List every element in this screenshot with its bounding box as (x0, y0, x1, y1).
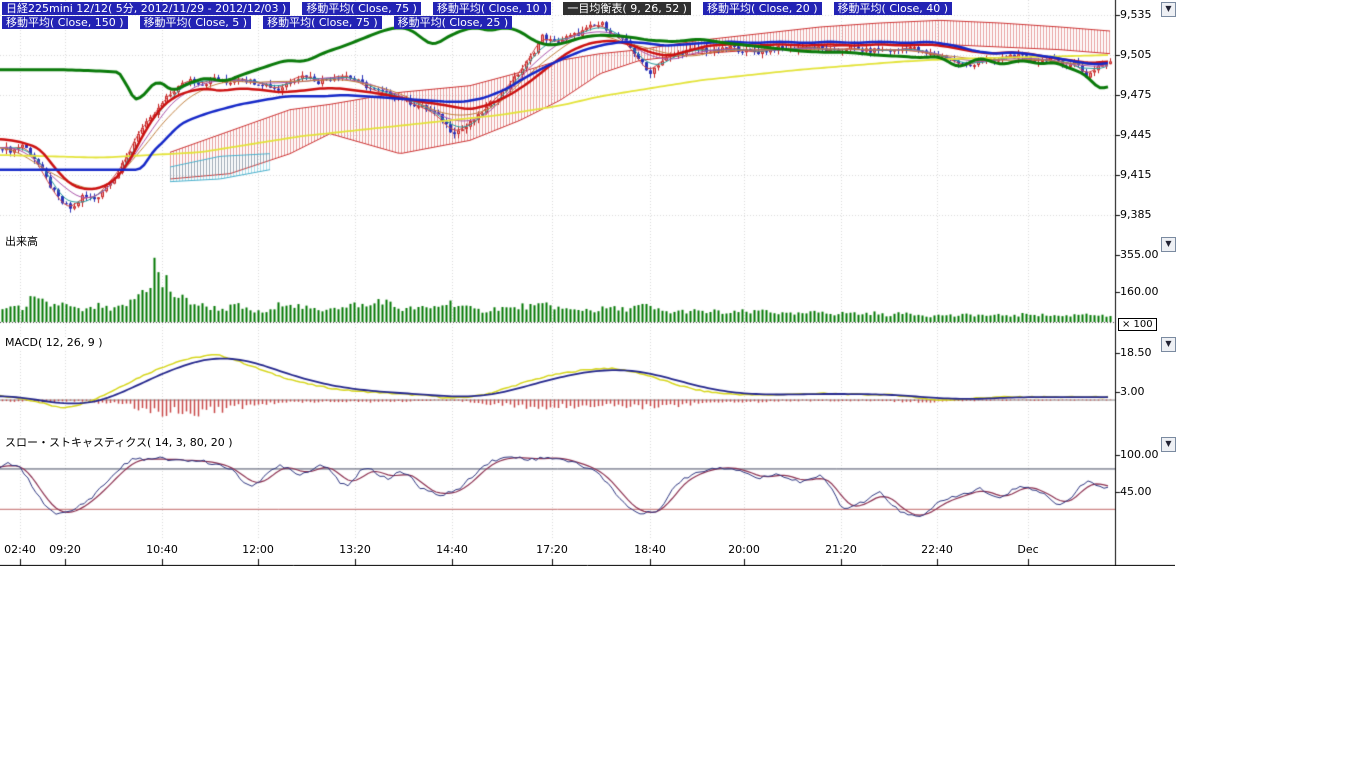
indicator-chip[interactable]: 一目均衡表( 9, 26, 52 ) (563, 2, 691, 15)
indicator-bar-row-1: 日経225mini 12/12( 5分, 2012/11/29 - 2012/1… (2, 2, 952, 15)
time-axis-label: 21:20 (825, 544, 857, 556)
volume-axis-label: 160.00 (1120, 286, 1159, 298)
price-axis-label: 9,505 (1120, 49, 1152, 61)
macd-panel-label: MACD( 12, 26, 9 ) (3, 337, 105, 349)
price-axis-label: 9,475 (1120, 89, 1152, 101)
time-axis-label: 17:20 (536, 544, 568, 556)
time-axis-label: 09:20 (49, 544, 81, 556)
time-axis-label: Dec (1017, 544, 1038, 556)
volume-panel-label: 出来高 (3, 236, 40, 248)
indicator-chip[interactable]: 移動平均( Close, 75 ) (263, 16, 382, 29)
indicator-chip[interactable]: 移動平均( Close, 40 ) (834, 2, 953, 15)
price-axis-label: 9,385 (1120, 209, 1152, 221)
time-axis-label: 14:40 (436, 544, 468, 556)
macd-axis-label: 3.00 (1120, 386, 1145, 398)
indicator-chip[interactable]: 移動平均( Close, 5 ) (140, 16, 252, 29)
price-axis-label: 9,415 (1120, 169, 1152, 181)
indicator-bar-row-2: 移動平均( Close, 150 ) 移動平均( Close, 5 ) 移動平均( … (2, 16, 512, 29)
macd-axis-label: 18.50 (1120, 347, 1152, 359)
indicator-chip[interactable]: 移動平均( Close, 25 ) (394, 16, 513, 29)
time-axis-label: 12:00 (242, 544, 274, 556)
panel-dropdown-arrow-button[interactable]: ▼ (1161, 337, 1176, 352)
time-axis-label: 13:20 (339, 544, 371, 556)
panel-dropdown-arrow-button[interactable]: ▼ (1161, 237, 1176, 252)
time-axis-label: 18:40 (634, 544, 666, 556)
chart-canvas[interactable] (0, 0, 1175, 566)
chart-window: 日経225mini 12/12( 5分, 2012/11/29 - 2012/1… (0, 0, 1366, 768)
time-axis-label: 02:40 (4, 544, 36, 556)
volume-axis-label: 355.00 (1120, 249, 1159, 261)
volume-multiplier-badge: × 100 (1118, 318, 1157, 331)
indicator-chip[interactable]: 移動平均( Close, 75 ) (302, 2, 421, 15)
stoch-axis-label: 100.00 (1120, 449, 1159, 461)
time-axis-label: 10:40 (146, 544, 178, 556)
right-axis: 9,535 9,505 9,475 9,445 9,415 9,385 355.00 160.… (1116, 0, 1174, 566)
price-axis-label: 9,445 (1120, 129, 1152, 141)
price-axis-label: 9,535 (1120, 9, 1152, 21)
time-axis-label: 22:40 (921, 544, 953, 556)
indicator-chip[interactable]: 日経225mini 12/12( 5分, 2012/11/29 - 2012/1… (2, 2, 290, 15)
indicator-chip[interactable]: 移動平均( Close, 20 ) (703, 2, 822, 15)
time-axis-label: 20:00 (728, 544, 760, 556)
panel-dropdown-arrow-button[interactable]: ▼ (1161, 2, 1176, 17)
indicator-chip[interactable]: 移動平均( Close, 150 ) (2, 16, 128, 29)
stoch-axis-label: 45.00 (1120, 486, 1152, 498)
time-axis: 02:40 09:20 10:40 12:00 13:20 14:40 17:20 18:40… (0, 544, 1115, 558)
panel-dropdown-arrow-button[interactable]: ▼ (1161, 437, 1176, 452)
indicator-chip[interactable]: 移動平均( Close, 10 ) (433, 2, 552, 15)
stochastics-panel-label: スロー・ストキャスティクス( 14, 3, 80, 20 ) (3, 437, 235, 449)
